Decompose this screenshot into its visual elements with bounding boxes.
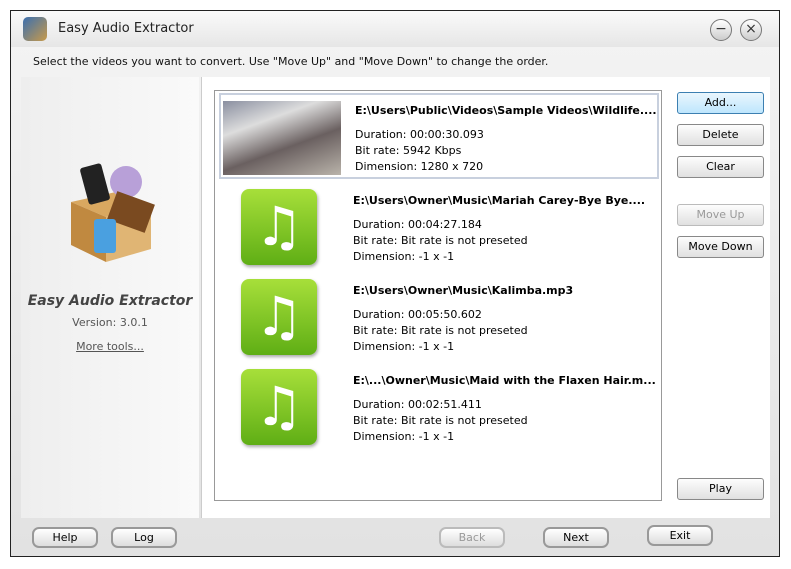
- app-icon: [23, 17, 47, 41]
- file-path: E:\Users\Owner\Music\Mariah Carey-Bye By…: [353, 194, 646, 207]
- title-bar: Easy Audio Extractor − ×: [11, 11, 779, 47]
- music-note-icon: ♫: [241, 279, 317, 355]
- instruction-text: Select the videos you want to convert. U…: [33, 55, 549, 68]
- help-button[interactable]: Help: [32, 527, 98, 548]
- delete-button[interactable]: Delete: [677, 124, 764, 146]
- file-path: E:\Users\Owner\Music\Kalimba.mp3: [353, 284, 574, 297]
- file-bitrate: Bit rate: Bit rate is not preseted: [353, 414, 528, 427]
- next-button[interactable]: Next: [543, 527, 609, 548]
- file-path: E:\Users\Public\Videos\Sample Videos\Wil…: [355, 104, 657, 117]
- close-button[interactable]: ×: [740, 19, 762, 41]
- window-title: Easy Audio Extractor: [58, 21, 194, 36]
- app-name: Easy Audio Extractor: [27, 293, 193, 309]
- more-tools-link[interactable]: More tools...: [21, 340, 199, 353]
- version-label: Version: 3.0.1: [72, 316, 148, 329]
- play-button[interactable]: Play: [677, 478, 764, 500]
- list-item[interactable]: ♫ E:\Users\Owner\Music\Kalimba.mp3 Durat…: [219, 275, 659, 361]
- add-button[interactable]: Add...: [677, 92, 764, 114]
- file-dimension: Dimension: -1 x -1: [353, 340, 455, 353]
- file-dimension: Dimension: -1 x -1: [353, 250, 455, 263]
- app-logo-icon: [71, 163, 155, 262]
- minimize-button[interactable]: −: [710, 19, 732, 41]
- sidebar: Easy Audio Extractor Version: 3.0.1 More…: [21, 77, 199, 518]
- back-button[interactable]: Back: [439, 527, 505, 548]
- video-thumbnail: [223, 101, 341, 175]
- file-bitrate: Bit rate: 5942 Kbps: [355, 144, 462, 157]
- list-item[interactable]: ♫ E:\...\Owner\Music\Maid with the Flaxe…: [219, 365, 659, 451]
- file-duration: Duration: 00:05:50.602: [353, 308, 482, 321]
- file-bitrate: Bit rate: Bit rate is not preseted: [353, 234, 528, 247]
- move-down-button[interactable]: Move Down: [677, 236, 764, 258]
- clear-button[interactable]: Clear: [677, 156, 764, 178]
- list-item[interactable]: ♫ E:\Users\Owner\Music\Mariah Carey-Bye …: [219, 185, 659, 271]
- main-panel: E:\Users\Public\Videos\Sample Videos\Wil…: [201, 77, 770, 518]
- file-duration: Duration: 00:00:30.093: [355, 128, 484, 141]
- music-note-icon: ♫: [241, 369, 317, 445]
- file-dimension: Dimension: -1 x -1: [353, 430, 455, 443]
- file-bitrate: Bit rate: Bit rate is not preseted: [353, 324, 528, 337]
- list-item[interactable]: E:\Users\Public\Videos\Sample Videos\Wil…: [219, 93, 659, 179]
- exit-button[interactable]: Exit: [647, 525, 713, 546]
- file-dimension: Dimension: 1280 x 720: [355, 160, 484, 173]
- file-duration: Duration: 00:04:27.184: [353, 218, 482, 231]
- file-list[interactable]: E:\Users\Public\Videos\Sample Videos\Wil…: [214, 90, 662, 501]
- file-duration: Duration: 00:02:51.411: [353, 398, 482, 411]
- app-window: Easy Audio Extractor − × Select the vide…: [10, 10, 780, 557]
- log-button[interactable]: Log: [111, 527, 177, 548]
- move-up-button[interactable]: Move Up: [677, 204, 764, 226]
- music-note-icon: ♫: [241, 189, 317, 265]
- file-path: E:\...\Owner\Music\Maid with the Flaxen …: [353, 374, 656, 387]
